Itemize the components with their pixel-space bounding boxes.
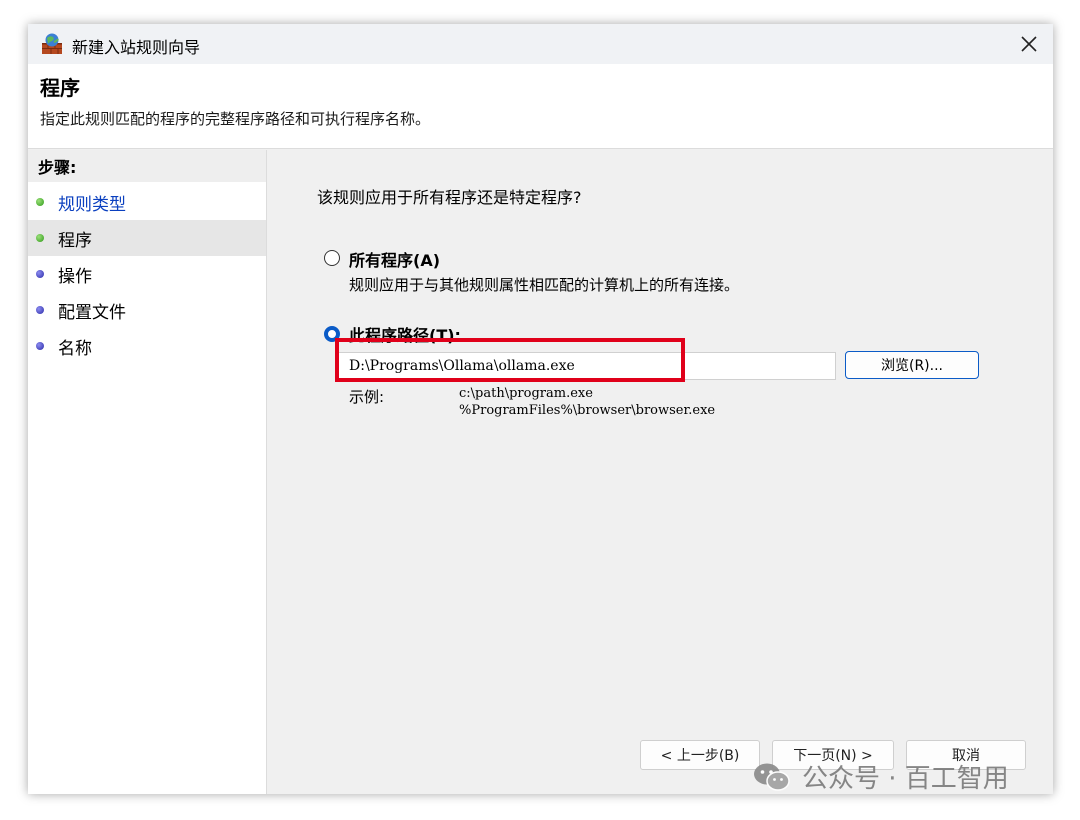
wizard-window: 新建入站规则向导 程序 指定此规则匹配的程序的完整程序路径和可执行程序名称。 步… — [28, 24, 1053, 794]
all-programs-description: 规则应用于与其他规则属性相匹配的计算机上的所有连接。 — [349, 276, 740, 294]
step-profile: 配置文件 — [28, 292, 266, 328]
step-pending-bullet-icon — [36, 270, 44, 278]
step-label: 操作 — [58, 266, 92, 287]
steps-heading: 步骤: — [38, 158, 77, 177]
page-title: 程序 — [40, 76, 80, 100]
step-rule-type[interactable]: 规则类型 — [28, 184, 266, 220]
browse-button[interactable]: 浏览(R)... — [845, 351, 979, 379]
step-completed-bullet-icon — [36, 198, 44, 206]
watermark-text: 公众号 · 百工智用 — [802, 764, 1009, 794]
step-pending-bullet-icon — [36, 306, 44, 314]
steps-header: 步骤: — [28, 150, 266, 182]
content-panel: 该规则应用于所有程序还是特定程序? 所有程序(A) 规则应用于与其他规则属性相匹… — [267, 150, 1053, 794]
all-programs-label[interactable]: 所有程序(A) — [349, 247, 440, 271]
program-path-input[interactable]: D:\Programs\Ollama\ollama.exe — [336, 352, 836, 380]
step-label: 名称 — [58, 338, 92, 359]
this-program-label[interactable]: 此程序路径(T): — [349, 322, 461, 346]
example-label: 示例: — [349, 388, 385, 406]
step-program[interactable]: 程序 — [28, 220, 266, 256]
close-icon — [1021, 36, 1037, 52]
step-label: 程序 — [58, 230, 92, 251]
step-label: 规则类型 — [58, 194, 126, 215]
steps-panel: 步骤: 规则类型 程序 操作 配置文件 名称 — [28, 150, 267, 794]
this-program-radio[interactable] — [324, 326, 340, 342]
all-programs-radio[interactable] — [324, 250, 340, 266]
example-path-2: %ProgramFiles%\browser\browser.exe — [459, 403, 716, 418]
back-button[interactable]: < 上一步(B) — [640, 740, 760, 770]
wechat-icon — [754, 763, 790, 791]
step-label: 配置文件 — [58, 302, 126, 323]
title-bar: 新建入站规则向导 — [28, 24, 1053, 64]
page-description: 指定此规则匹配的程序的完整程序路径和可执行程序名称。 — [40, 110, 431, 128]
watermark: 公众号 · 百工智用 — [752, 758, 1009, 795]
step-action: 操作 — [28, 256, 266, 292]
close-button[interactable] — [1005, 24, 1053, 64]
question-text: 该规则应用于所有程序还是特定程序? — [317, 188, 582, 207]
step-name: 名称 — [28, 328, 266, 364]
step-pending-bullet-icon — [36, 342, 44, 350]
firewall-icon — [42, 33, 62, 54]
window-title: 新建入站规则向导 — [72, 38, 201, 57]
step-current-bullet-icon — [36, 234, 44, 242]
wizard-header: 程序 指定此规则匹配的程序的完整程序路径和可执行程序名称。 — [28, 64, 1053, 149]
example-path-1: c:\path\program.exe — [459, 386, 593, 401]
